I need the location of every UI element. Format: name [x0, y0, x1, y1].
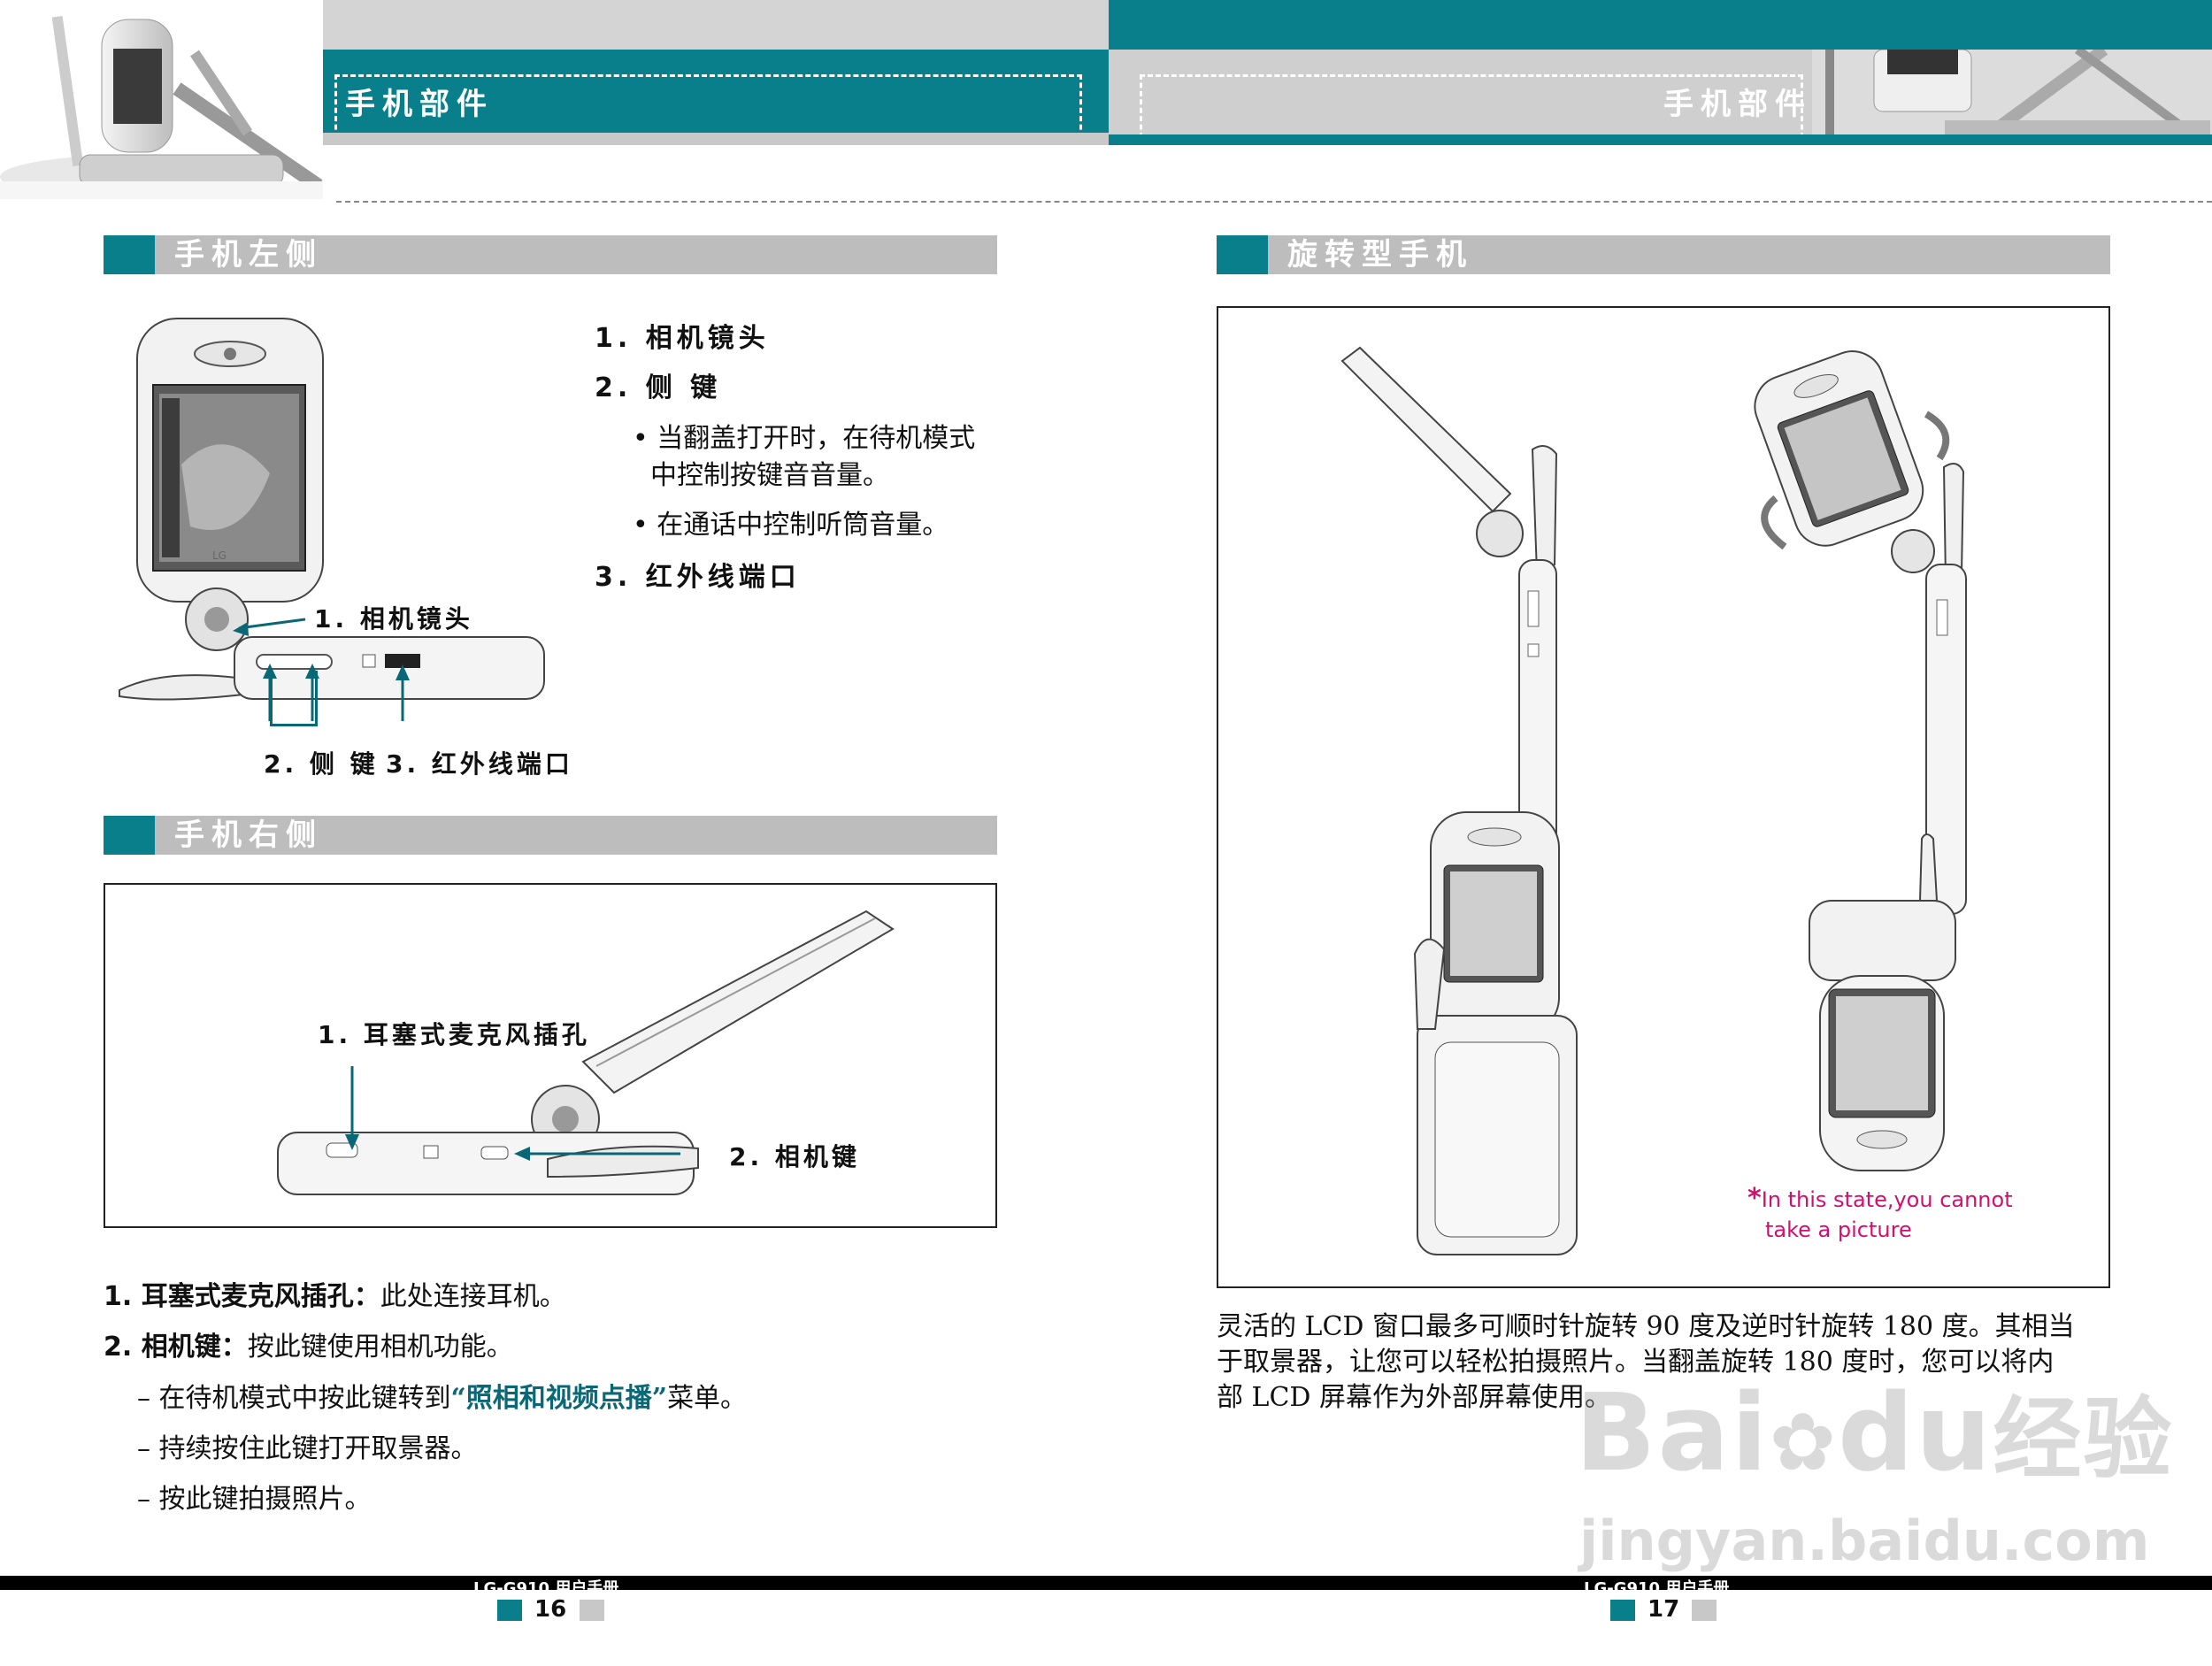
watermark-brand2: du — [1838, 1372, 1993, 1495]
desc-camera-key-label: 2. 相机键： — [104, 1332, 248, 1363]
item-side-key-bullet1: • 当翻盖打开时，在待机模式 — [633, 423, 976, 454]
section-marker — [104, 235, 155, 274]
watermark-logo: Bai✿du经验 — [1575, 1367, 2173, 1495]
watermark-url: jingyan.baidu.com — [1579, 1509, 2150, 1573]
swivel-note: *In this state,you cannot take a picture — [1747, 1184, 2013, 1245]
desc-sub1-prefix: – 在待机模式中按此键转到 — [137, 1383, 451, 1414]
page-number-right: 17 — [1647, 1596, 1680, 1623]
watermark-brand: Bai — [1575, 1372, 1770, 1495]
header-underline-right — [1109, 134, 2212, 145]
header-title-left: 手机部件 — [345, 87, 494, 122]
item-side-key: 2. 侧 键 — [595, 372, 722, 403]
desc-sub1-suffix: 菜单。 — [667, 1383, 748, 1414]
item-side-key-bullet2: • 在通话中控制听筒音量。 — [633, 510, 949, 541]
page-marker-left-gray — [580, 1600, 604, 1621]
paragraph-line-1: 灵活的 LCD 窗口最多可顺时针旋转 90 度及逆时针旋转 180 度。其相当 — [1217, 1311, 2075, 1342]
phone-logo: LG — [212, 549, 227, 562]
desc-camera-key-sub3: – 按此键拍摄照片。 — [137, 1484, 372, 1515]
diagram-label-camera-lens: 1. 相机镜头 — [314, 604, 473, 633]
section-title-left-side: 手机左侧 — [174, 237, 323, 273]
header-underline-left — [323, 133, 1109, 145]
header-band-right — [1109, 0, 2212, 50]
section-bar-left-side: 手机左侧 — [104, 235, 997, 274]
phone-left-side-diagram: LG — [111, 314, 571, 730]
note-line-1: In this state,you cannot — [1761, 1187, 2013, 1212]
desc-camera-key-sub2: – 持续按住此键打开取景器。 — [137, 1433, 478, 1464]
section-title-right-side: 手机右侧 — [174, 818, 323, 853]
diagram-label-side-key: 2. 侧 键 — [264, 749, 379, 779]
swivel-phone-illustrations — [1340, 346, 1967, 1255]
connector-side-keys — [270, 671, 318, 726]
page-number-left: 16 — [534, 1596, 567, 1623]
desc-earphone-jack-text: 此处连接耳机。 — [380, 1281, 566, 1312]
diagram-label-ir-port: 3. 红外线端口 — [386, 749, 573, 779]
paw-icon: ✿ — [1769, 1396, 1838, 1489]
menu-link-photo-video: “照相和视频点播” — [450, 1383, 668, 1414]
item-ir-port: 3. 红外线端口 — [595, 562, 801, 593]
header-dashed-rule — [336, 201, 2212, 203]
section-title-swivel: 旋转型手机 — [1287, 237, 1473, 273]
section-bar-right-side: 手机右侧 — [104, 816, 997, 855]
phone-side-open-illustration — [277, 910, 895, 1195]
phone-front-illustration: LG — [119, 318, 545, 730]
header-title-right: 手机部件 — [1663, 87, 1812, 122]
page-marker-right-gray — [1692, 1600, 1717, 1621]
diagram-label-earphone-jack: 1. 耳塞式麦克风插孔 — [318, 1020, 590, 1049]
phone-hinge-photo-icon — [1812, 44, 2212, 140]
section-bar-swivel: 旋转型手机 — [1217, 235, 2110, 274]
watermark-cn: 经验 — [1993, 1387, 2174, 1491]
diagram-label-camera-key: 2. 相机键 — [729, 1142, 860, 1171]
header-right-photo — [1812, 44, 2212, 140]
item-camera-lens: 1. 相机镜头 — [595, 323, 770, 354]
footer-bar — [0, 1576, 2212, 1590]
phone-right-side-frame: 1. 耳塞式麦克风插孔 2. 相机键 — [104, 883, 997, 1228]
section-marker — [104, 816, 155, 855]
header-band-left — [323, 0, 1109, 50]
section-marker — [1217, 235, 1268, 274]
phone-photo-icon — [0, 0, 323, 199]
header-left-photo — [0, 0, 323, 199]
note-line-2: take a picture — [1765, 1217, 1912, 1242]
swivel-diagram-frame: *In this state,you cannot take a picture — [1217, 306, 2110, 1288]
item-side-key-bullet1-cont: 中控制按键音音量。 — [650, 460, 889, 491]
manual-spread: { "header": { "left_title": "手机部件", "rig… — [0, 0, 2212, 1666]
desc-camera-key-text: 按此键使用相机功能。 — [247, 1332, 513, 1363]
page-marker-left — [497, 1600, 522, 1621]
page-marker-right — [1610, 1600, 1635, 1621]
desc-camera-key: 2. 相机键：按此键使用相机功能。 — [104, 1324, 513, 1363]
note-star-icon: * — [1747, 1183, 1762, 1214]
desc-earphone-jack-label: 1. 耳塞式麦克风插孔： — [104, 1281, 380, 1312]
desc-earphone-jack: 1. 耳塞式麦克风插孔：此处连接耳机。 — [104, 1274, 566, 1313]
desc-camera-key-sub1: – 在待机模式中按此键转到“照相和视频点播”菜单。 — [137, 1376, 747, 1415]
